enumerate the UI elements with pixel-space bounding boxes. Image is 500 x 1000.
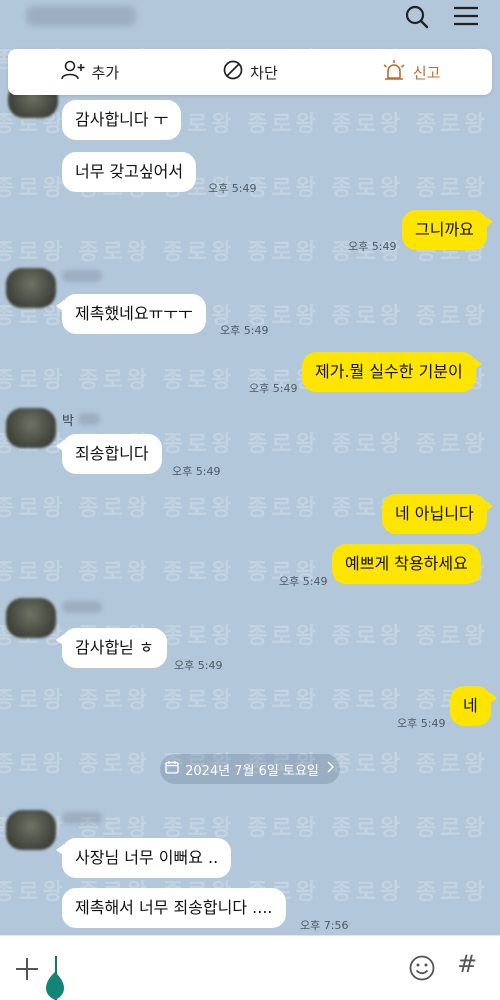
outgoing-message[interactable]: 제가.뭘 실수한 기분이 (302, 352, 482, 392)
incoming-message[interactable]: 감사합니다 ㅜ (62, 100, 182, 140)
block-label: 차단 (250, 63, 278, 82)
hashtag-icon[interactable]: # (457, 950, 477, 978)
avatar[interactable] (6, 810, 56, 850)
message-time: 오후 5:49 (208, 182, 257, 195)
watermark-row: 종로왕 종로왕 종로왕 종로왕 종로왕 종로왕 (0, 688, 489, 713)
block-icon (222, 59, 244, 85)
incoming-message[interactable]: 너무 갖고싶어서 (62, 152, 197, 192)
report-label: 신고 (412, 63, 441, 82)
chat-title-blurred (26, 6, 136, 26)
avatar[interactable] (6, 408, 56, 448)
incoming-message[interactable]: 감사합닏 ㅎ (56, 628, 167, 668)
chevron-right-icon (325, 761, 335, 777)
message-time: 오후 5:49 (174, 659, 223, 672)
outgoing-message[interactable]: 예쁘게 착용하세요 (332, 544, 481, 584)
sender-name-blurred (62, 812, 102, 824)
message-input[interactable] (52, 946, 392, 992)
sender-name-blurred (62, 601, 102, 613)
incoming-message[interactable]: 죄송합니다 (56, 434, 162, 474)
outgoing-message[interactable]: 네 아닙니다 (382, 494, 493, 534)
sender-name: 박 (62, 414, 74, 429)
date-divider-label: 2024년 7월 6일 토요일 (185, 763, 319, 779)
add-friend-label: 추가 (91, 63, 120, 82)
date-divider[interactable]: 2024년 7월 6일 토요일 (160, 754, 340, 784)
add-friend-button[interactable]: 추가 (60, 59, 120, 85)
top-bar (0, 0, 500, 40)
calendar-icon (165, 760, 179, 778)
outgoing-message[interactable]: 네 (450, 686, 497, 726)
incoming-message[interactable]: 제촉했네요ㅠㅜㅜ (56, 294, 206, 334)
avatar[interactable] (6, 598, 56, 638)
incoming-message[interactable]: 제촉해서 너무 죄송합니다 .... (62, 888, 286, 928)
message-time: 오후 5:49 (249, 382, 298, 395)
siren-icon (381, 59, 407, 85)
message-time: 오후 5:49 (172, 465, 221, 478)
avatar[interactable] (6, 268, 56, 308)
block-button[interactable]: 차단 (222, 59, 278, 85)
emoji-icon[interactable] (408, 954, 436, 982)
message-input-bar: # (0, 935, 500, 1000)
message-time: 오후 7:56 (300, 919, 349, 932)
friend-action-bar: 추가 차단 신고 (8, 49, 492, 95)
message-time: 오후 5:49 (220, 324, 269, 337)
search-icon[interactable] (400, 2, 434, 32)
sender-name-blurred (78, 413, 100, 425)
add-user-icon (60, 59, 86, 85)
message-time: 오후 5:49 (279, 575, 328, 588)
message-time: 오후 5:49 (348, 240, 397, 253)
menu-icon[interactable] (450, 2, 484, 32)
report-button[interactable]: 신고 (381, 59, 441, 85)
plus-icon[interactable] (12, 954, 42, 984)
incoming-message[interactable]: 사장님 너무 이뻐요 .. (55, 838, 232, 878)
sender-name-blurred (62, 270, 102, 282)
cursor-handle-icon[interactable] (40, 972, 70, 1000)
outgoing-message[interactable]: 그니까요 (402, 210, 493, 250)
message-time: 오후 5:49 (397, 717, 446, 730)
